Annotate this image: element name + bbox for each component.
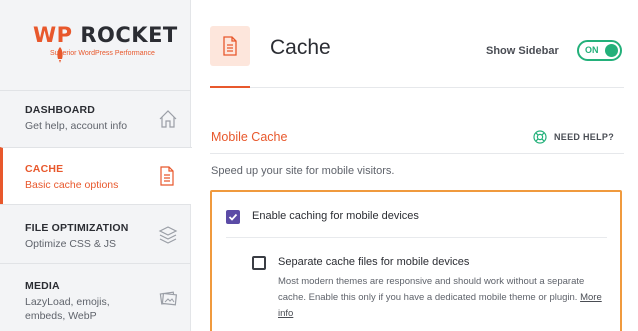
show-sidebar-label: Show Sidebar xyxy=(486,45,559,57)
sidebar-item-subtitle: Get help, account info xyxy=(25,120,128,132)
section-title: Mobile Cache xyxy=(211,130,288,144)
document-icon xyxy=(223,36,237,56)
page-title: Cache xyxy=(270,36,331,59)
sidebar-item-title: CACHE xyxy=(25,163,64,175)
enable-mobile-cache-label[interactable]: Enable caching for mobile devices xyxy=(252,210,419,222)
sidebar: WP ROCKET Superior WordPress Performance… xyxy=(0,0,192,331)
sidebar-item-title: MEDIA xyxy=(25,280,60,292)
sidebar-item-subtitle-line2: embeds, WebP xyxy=(25,310,97,322)
sidebar-item-media[interactable]: MEDIA LazyLoad, emojis, embeds, WebP xyxy=(0,263,191,331)
separate-cache-files-checkbox[interactable] xyxy=(252,256,266,270)
sidebar-item-subtitle: Optimize CSS & JS xyxy=(25,238,117,250)
page-icon-underline xyxy=(210,86,250,88)
section-divider xyxy=(210,153,624,154)
show-sidebar-toggle[interactable]: ON xyxy=(577,40,622,61)
logo-title: WP ROCKET xyxy=(33,23,178,47)
toggle-knob xyxy=(605,44,618,57)
sidebar-item-subtitle-line1: LazyLoad, emojis, xyxy=(25,296,110,308)
separate-cache-files-label[interactable]: Separate cache files for mobile devices xyxy=(278,256,469,268)
sidebar-item-cache[interactable]: CACHE Basic cache options xyxy=(0,147,192,204)
checkmark-icon xyxy=(228,213,238,221)
sidebar-item-title: DASHBOARD xyxy=(25,104,96,116)
logo-rocket-text: ROCKET xyxy=(80,23,178,47)
wp-rocket-logo[interactable]: WP ROCKET Superior WordPress Performance xyxy=(0,0,191,90)
mobile-cache-options-panel: Enable caching for mobile devices Separa… xyxy=(210,190,622,331)
panel-divider xyxy=(226,237,607,238)
section-description: Speed up your site for mobile visitors. xyxy=(211,165,395,177)
images-icon xyxy=(159,291,178,306)
header-divider xyxy=(210,87,624,88)
sidebar-item-title: FILE OPTIMIZATION xyxy=(25,222,129,234)
page-icon xyxy=(210,26,250,66)
sidebar-item-dashboard[interactable]: DASHBOARD Get help, account info xyxy=(0,90,191,147)
logo-tagline: Superior WordPress Performance xyxy=(50,50,155,57)
toggle-state-text: ON xyxy=(585,45,599,55)
layers-icon xyxy=(158,226,178,244)
need-help-link[interactable]: NEED HELP? xyxy=(554,132,614,142)
enable-mobile-cache-checkbox[interactable] xyxy=(226,210,240,224)
logo-wp-text: WP xyxy=(33,23,73,47)
house-icon xyxy=(159,110,177,128)
lifebuoy-icon[interactable] xyxy=(533,130,547,144)
separate-cache-files-description: Most modern themes are responsive and sh… xyxy=(278,274,608,322)
sidebar-item-file-optimization[interactable]: FILE OPTIMIZATION Optimize CSS & JS xyxy=(0,204,191,263)
sidebar-item-subtitle: Basic cache options xyxy=(25,179,119,191)
description-text: Most modern themes are responsive and sh… xyxy=(278,276,585,303)
main-content: Cache Show Sidebar ON Mobile Cache NEED … xyxy=(191,0,638,331)
document-icon xyxy=(160,166,174,186)
